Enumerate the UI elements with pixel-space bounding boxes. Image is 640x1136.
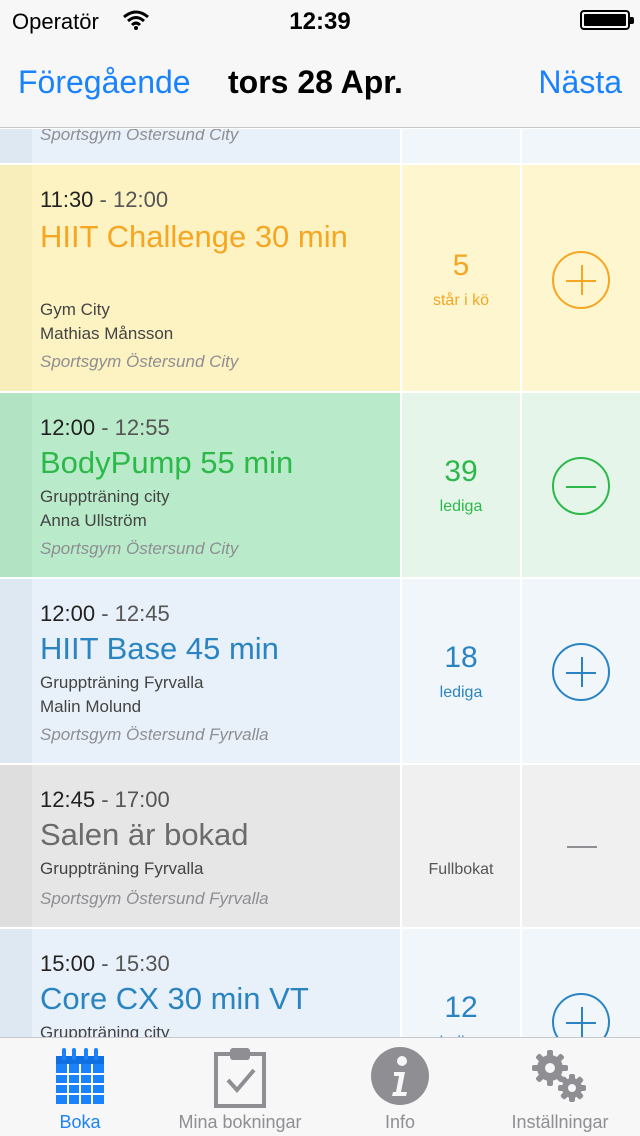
- class-row[interactable]: 12:00 - 12:45 HIIT Base 45 min Gruppträn…: [0, 579, 640, 765]
- wifi-icon: [123, 10, 149, 30]
- carrier-label: Operatör: [12, 9, 99, 34]
- gears-icon: [532, 1050, 586, 1102]
- info-icon: [371, 1047, 429, 1105]
- class-room: Gruppträning city: [40, 1023, 170, 1037]
- plus-icon[interactable]: [552, 993, 610, 1037]
- status-bar: Operatör 12:39: [0, 0, 640, 40]
- queue-count: 5: [452, 249, 470, 282]
- class-venue: Sportsgym Östersund City: [40, 539, 239, 558]
- class-title: HIIT Challenge 30 min: [40, 219, 348, 254]
- available-count: 18: [444, 641, 478, 674]
- full-label: Fullbokat: [428, 861, 494, 878]
- plus-icon[interactable]: [552, 643, 610, 701]
- plus-icon[interactable]: [552, 251, 610, 309]
- class-instructor: Malin Molund: [40, 697, 142, 716]
- class-time: 12:45 - 17:00: [40, 787, 170, 812]
- class-row[interactable]: 12:00 - 12:55 BodyPump 55 min Gruppträni…: [0, 393, 640, 579]
- class-row[interactable]: 12:45 - 17:00 Salen är bokad Grupptränin…: [0, 765, 640, 929]
- tab-installningar[interactable]: Inställningar: [480, 1038, 640, 1136]
- class-venue: Sportsgym Östersund Fyrvalla: [40, 889, 269, 908]
- class-title: BodyPump 55 min: [40, 445, 294, 480]
- minus-icon[interactable]: [552, 457, 610, 515]
- class-instructor: Mathias Månsson: [40, 324, 174, 343]
- previous-day-button[interactable]: Föregående: [18, 64, 191, 101]
- tab-label: Mina bokningar: [178, 1112, 302, 1132]
- tab-bar: Boka Mina bokningar Info Inställningar: [0, 1037, 640, 1136]
- tab-label: Inställningar: [511, 1112, 609, 1132]
- class-title: Core CX 30 min VT: [40, 981, 309, 1016]
- class-list[interactable]: Sportsgym Östersund City 11:30 - 12:00 H…: [0, 129, 640, 1037]
- available-label: lediga: [439, 684, 483, 701]
- nav-bar: Föregående tors 28 Apr. Nästa: [0, 40, 640, 128]
- class-instructor: Anna Ullström: [40, 511, 147, 530]
- class-time: 11:30 - 12:00: [40, 187, 169, 212]
- class-time: 15:00 - 15:30: [40, 951, 170, 976]
- class-room: Gruppträning city: [40, 487, 170, 506]
- battery-icon: [580, 10, 634, 30]
- tab-label: Boka: [59, 1112, 101, 1132]
- class-venue: Sportsgym Östersund City: [40, 352, 239, 371]
- calendar-icon: [56, 1048, 104, 1104]
- dash-icon: [567, 846, 597, 848]
- class-title: Salen är bokad: [40, 817, 249, 852]
- class-room: Gym City: [40, 300, 110, 319]
- class-room: Gruppträning Fyrvalla: [40, 673, 204, 692]
- class-venue: Sportsgym Östersund Fyrvalla: [40, 725, 269, 744]
- class-venue: Sportsgym Östersund City: [40, 129, 239, 144]
- next-day-button[interactable]: Nästa: [538, 64, 622, 101]
- class-time: 12:00 - 12:45: [40, 601, 170, 626]
- tab-mina-bokningar[interactable]: Mina bokningar: [160, 1038, 320, 1136]
- clipboard-check-icon: [214, 1048, 266, 1108]
- available-label: lediga: [439, 498, 483, 515]
- class-row[interactable]: 15:00 - 15:30 Core CX 30 min VT Gruppträ…: [0, 929, 640, 1037]
- class-time: 12:00 - 12:55: [40, 415, 170, 440]
- page-title: tors 28 Apr.: [228, 64, 403, 100]
- queue-label: står i kö: [432, 292, 489, 309]
- available-count: 39: [444, 455, 478, 488]
- tab-boka[interactable]: Boka: [0, 1038, 160, 1136]
- class-title: HIIT Base 45 min: [40, 631, 279, 666]
- tab-info[interactable]: Info: [320, 1038, 480, 1136]
- class-row[interactable]: 11:30 - 12:00 HIIT Challenge 30 min Gym …: [0, 165, 640, 393]
- class-row[interactable]: Sportsgym Östersund City: [0, 129, 640, 165]
- tab-label: Info: [384, 1112, 416, 1132]
- class-room: Gruppträning Fyrvalla: [40, 859, 204, 878]
- available-count: 12: [444, 991, 478, 1024]
